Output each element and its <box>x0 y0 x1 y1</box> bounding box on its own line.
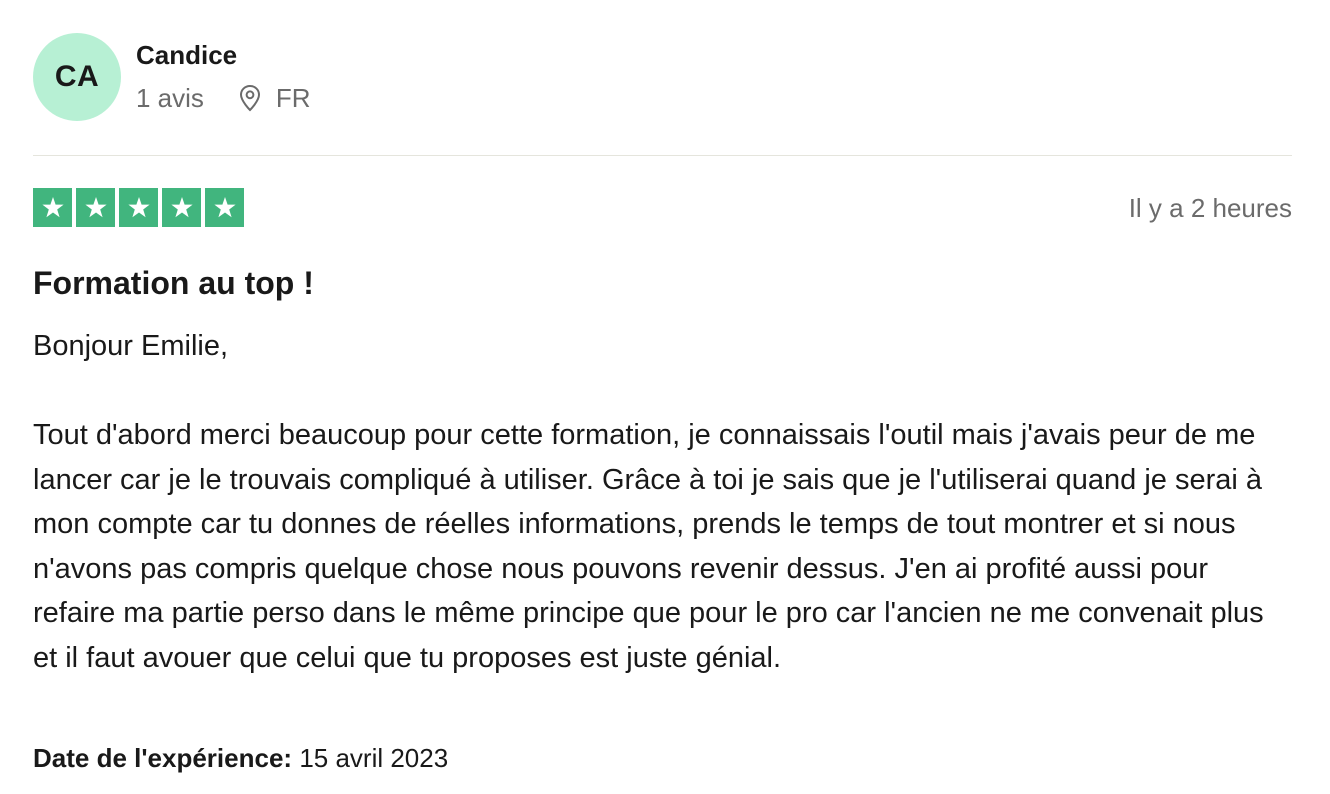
divider <box>33 155 1292 156</box>
review-greeting: Bonjour Emilie, <box>33 330 229 362</box>
star-box <box>162 188 201 227</box>
star-box <box>76 188 115 227</box>
review-time: Il y a 2 heures <box>1128 193 1292 223</box>
star-box <box>119 188 158 227</box>
consumer-country: FR <box>275 83 311 113</box>
review-card: CA Candice 1 avis FR Il y a 2 heures For… <box>0 0 1330 794</box>
star-rating <box>33 188 248 227</box>
review-body: Bonjour Emilie, Tout d'abord merci beauc… <box>33 324 1295 680</box>
star-icon <box>170 196 193 217</box>
star-box <box>205 188 244 227</box>
star-box <box>33 188 72 227</box>
review-title[interactable]: Formation au top ! <box>33 264 314 302</box>
experience-label: Date de l'expérience: <box>33 743 293 773</box>
star-icon <box>127 196 150 217</box>
review-count: 1 avis <box>136 83 204 113</box>
consumer-info: Candice 1 avis FR <box>136 39 311 113</box>
star-icon <box>41 196 64 217</box>
star-icon <box>84 196 107 217</box>
consumer-name[interactable]: Candice <box>136 39 311 71</box>
review-text: Tout d'abord merci beaucoup pour cette f… <box>33 419 1264 674</box>
consumer-header: CA Candice 1 avis FR <box>33 33 311 121</box>
avatar-initials: CA <box>54 60 100 93</box>
star-icon <box>213 196 236 217</box>
consumer-meta: 1 avis FR <box>136 83 311 113</box>
map-pin-icon <box>239 84 260 112</box>
avatar[interactable]: CA <box>33 33 121 121</box>
experience-value: 15 avril 2023 <box>299 743 449 773</box>
experience-date: Date de l'expérience: 15 avril 2023 <box>33 742 448 774</box>
